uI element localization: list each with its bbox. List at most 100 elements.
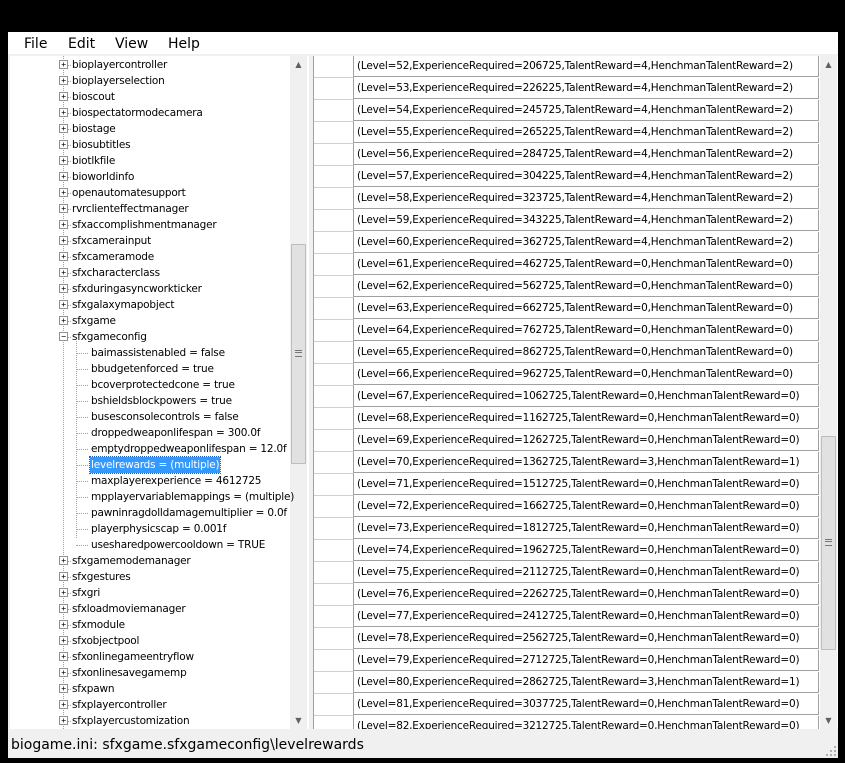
row-header[interactable]: [314, 606, 354, 628]
tree-node-property[interactable]: droppedweaponlifespan = 300.0f: [10, 425, 288, 441]
grid-cell[interactable]: (Level=76,ExperienceRequired=2262725,Tal…: [354, 584, 819, 605]
tree-node[interactable]: + bioworldinfo: [10, 169, 288, 185]
tree-node-property[interactable]: playerphysicscap = 0.001f: [10, 521, 288, 537]
grid-cell[interactable]: (Level=54,ExperienceRequired=245725,Tale…: [354, 100, 819, 121]
grid-scrollbar[interactable]: ▲ ▼: [820, 56, 837, 729]
expand-icon[interactable]: +: [59, 636, 68, 645]
row-header[interactable]: [314, 320, 354, 342]
grid-cell[interactable]: (Level=77,ExperienceRequired=2412725,Tal…: [354, 606, 819, 627]
grid-cell[interactable]: (Level=62,ExperienceRequired=562725,Tale…: [354, 276, 819, 297]
grid-cell[interactable]: (Level=75,ExperienceRequired=2112725,Tal…: [354, 562, 819, 583]
grid-cell[interactable]: (Level=79,ExperienceRequired=2712725,Tal…: [354, 650, 819, 671]
grid-scroll-up-icon[interactable]: ▲: [820, 56, 837, 73]
tree-node[interactable]: + bioplayerselection: [10, 73, 288, 89]
row-header[interactable]: [314, 540, 354, 562]
grid-cell[interactable]: (Level=67,ExperienceRequired=1062725,Tal…: [354, 386, 819, 407]
grid-cell[interactable]: (Level=60,ExperienceRequired=362725,Tale…: [354, 232, 819, 253]
grid-cell[interactable]: (Level=70,ExperienceRequired=1362725,Tal…: [354, 452, 819, 473]
tree-node-property[interactable]: bcoverprotectedcone = true: [10, 377, 288, 393]
expand-icon[interactable]: +: [59, 652, 68, 661]
expand-icon[interactable]: +: [59, 172, 68, 181]
row-header[interactable]: [314, 452, 354, 474]
expand-icon[interactable]: +: [59, 268, 68, 277]
expand-icon[interactable]: +: [59, 284, 68, 293]
row-header[interactable]: [314, 430, 354, 452]
tree-node-property[interactable]: baimassistenabled = false: [10, 345, 288, 361]
row-header[interactable]: [314, 694, 354, 716]
grid-cell[interactable]: (Level=65,ExperienceRequired=862725,Tale…: [354, 342, 819, 363]
row-header[interactable]: [314, 584, 354, 606]
tree-node[interactable]: + sfxcameramode: [10, 249, 288, 265]
expand-icon[interactable]: +: [59, 588, 68, 597]
grid-cell[interactable]: (Level=80,ExperienceRequired=2862725,Tal…: [354, 672, 819, 693]
grid-cell[interactable]: (Level=56,ExperienceRequired=284725,Tale…: [354, 144, 819, 165]
tree-node[interactable]: + biostage: [10, 121, 288, 137]
grid-cell[interactable]: (Level=72,ExperienceRequired=1662725,Tal…: [354, 496, 819, 517]
tree-node[interactable]: + sfxpawn: [10, 681, 288, 697]
expand-icon[interactable]: +: [59, 140, 68, 149]
tree-node[interactable]: + sfxgestures: [10, 569, 288, 585]
tree-node-property[interactable]: mpplayervariablemappings = (multiple): [10, 489, 294, 505]
grid-cell[interactable]: (Level=55,ExperienceRequired=265225,Tale…: [354, 122, 819, 143]
tree-node[interactable]: + sfxgamemodemanager: [10, 553, 288, 569]
expand-icon[interactable]: +: [59, 668, 68, 677]
tree-node-property[interactable]: emptydroppedweaponlifespan = 12.0f: [10, 441, 288, 457]
row-header[interactable]: [314, 78, 354, 100]
tree-node[interactable]: + sfxgri: [10, 585, 288, 601]
menu-file[interactable]: File: [24, 36, 47, 52]
grid-cell[interactable]: (Level=64,ExperienceRequired=762725,Tale…: [354, 320, 819, 341]
menu-help[interactable]: Help: [168, 36, 200, 52]
tree-node-property[interactable]: bbudgetenforced = true: [10, 361, 288, 377]
tree-node[interactable]: + sfxobjectpool: [10, 633, 288, 649]
row-header[interactable]: [314, 364, 354, 386]
expand-icon[interactable]: +: [59, 572, 68, 581]
row-header[interactable]: [314, 562, 354, 584]
row-header[interactable]: [314, 672, 354, 694]
grid-cell[interactable]: (Level=59,ExperienceRequired=343225,Tale…: [354, 210, 819, 231]
tree-node[interactable]: + sfxaccomplishmentmanager: [10, 217, 288, 233]
row-header[interactable]: [314, 298, 354, 320]
grid-cell[interactable]: (Level=63,ExperienceRequired=662725,Tale…: [354, 298, 819, 319]
tree-node[interactable]: + sfxcharacterclass: [10, 265, 288, 281]
expand-icon[interactable]: +: [59, 604, 68, 613]
row-header[interactable]: [314, 188, 354, 210]
expand-icon[interactable]: +: [59, 124, 68, 133]
grid-cell[interactable]: (Level=66,ExperienceRequired=962725,Tale…: [354, 364, 819, 385]
grid-cell[interactable]: (Level=73,ExperienceRequired=1812725,Tal…: [354, 518, 819, 539]
tree-node[interactable]: + sfxloadmoviemanager: [10, 601, 288, 617]
tree-node-property[interactable]: usesharedpowercooldown = TRUE: [10, 537, 288, 553]
tree-scroll-down-icon[interactable]: ▼: [290, 712, 307, 729]
row-header[interactable]: [314, 210, 354, 232]
tree-node[interactable]: + openautomatesupport: [10, 185, 288, 201]
tree-node[interactable]: + sfxonlinegameentryflow: [10, 649, 288, 665]
grid-cell[interactable]: (Level=82,ExperienceRequired=3212725,Tal…: [354, 716, 819, 729]
tree-scrollbar[interactable]: ▲ ▼: [290, 56, 307, 729]
tree-scroll-thumb[interactable]: [291, 244, 306, 464]
tree-node[interactable]: − sfxgameconfig: [10, 329, 288, 345]
expand-icon[interactable]: +: [59, 60, 68, 69]
row-header[interactable]: [314, 144, 354, 166]
tree-node[interactable]: + biotlkfile: [10, 153, 288, 169]
row-header[interactable]: [314, 254, 354, 276]
expand-icon[interactable]: +: [59, 188, 68, 197]
row-header[interactable]: [314, 56, 354, 78]
collapse-icon[interactable]: −: [59, 332, 68, 341]
grid-cell[interactable]: (Level=61,ExperienceRequired=462725,Tale…: [354, 254, 819, 275]
row-header[interactable]: [314, 122, 354, 144]
expand-icon[interactable]: +: [59, 156, 68, 165]
row-header[interactable]: [314, 474, 354, 496]
expand-icon[interactable]: +: [59, 108, 68, 117]
tree-node-selected[interactable]: levelrewards = (multiple): [10, 456, 288, 474]
grid-cell[interactable]: (Level=81,ExperienceRequired=3037725,Tal…: [354, 694, 819, 715]
tree-scroll-up-icon[interactable]: ▲: [290, 56, 307, 73]
expand-icon[interactable]: +: [59, 556, 68, 565]
tree-node[interactable]: + rvrclienteffectmanager: [10, 201, 288, 217]
tree-node[interactable]: + sfxgalaxymapobject: [10, 297, 288, 313]
expand-icon[interactable]: +: [59, 684, 68, 693]
tree-node[interactable]: + sfxmodule: [10, 617, 288, 633]
menu-edit[interactable]: Edit: [68, 36, 95, 52]
row-header[interactable]: [314, 276, 354, 298]
row-header[interactable]: [314, 166, 354, 188]
tree-node[interactable]: + sfxplayercontroller: [10, 697, 288, 713]
tree-node-property[interactable]: busesconsolecontrols = false: [10, 409, 288, 425]
